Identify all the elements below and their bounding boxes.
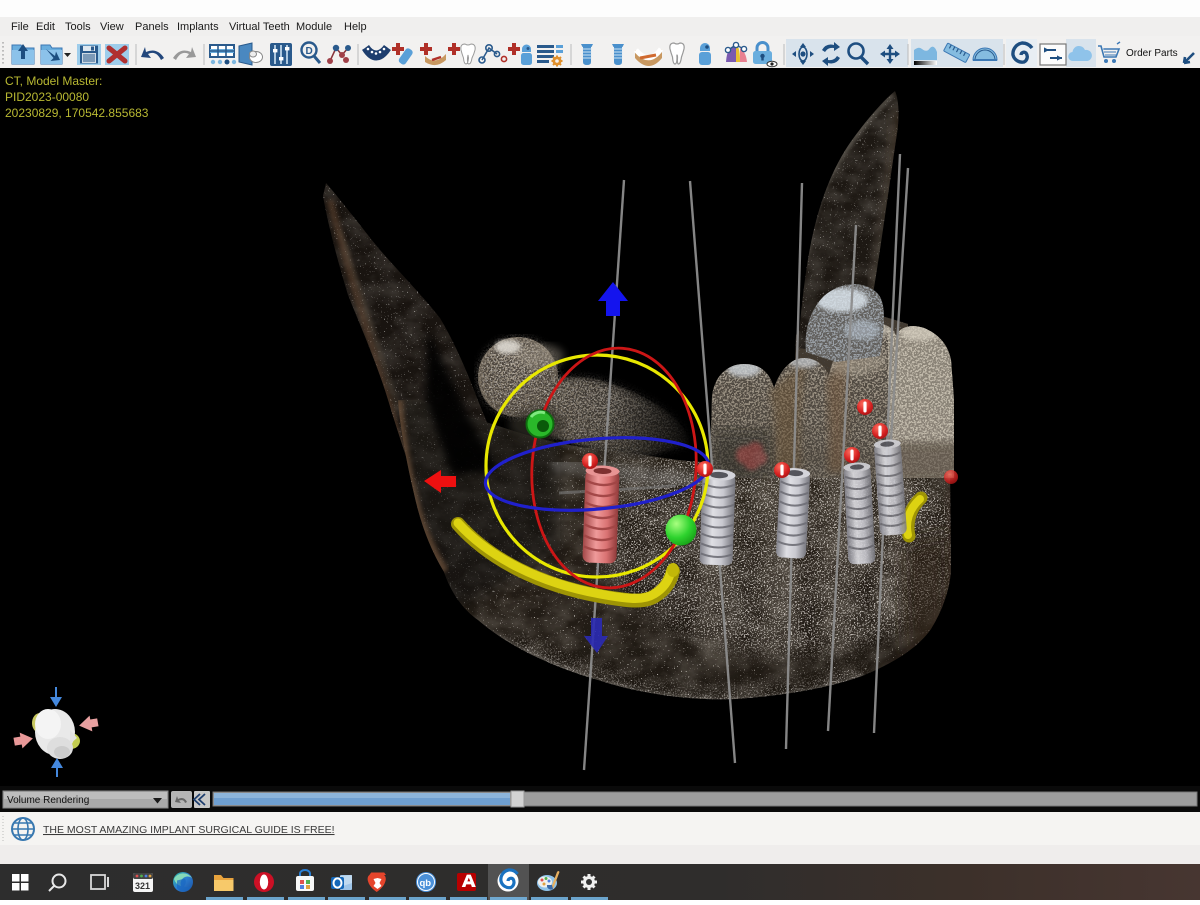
svg-text:THE MOST AMAZING IMPLANT SURGI: THE MOST AMAZING IMPLANT SURGICAL GUIDE … — [43, 824, 335, 836]
svg-text:321: 321 — [135, 881, 150, 891]
svg-text:D: D — [306, 46, 313, 57]
svg-text:Order Parts: Order Parts — [1126, 48, 1178, 59]
svg-text:Volume Rendering: Volume Rendering — [7, 795, 89, 806]
svg-text:qb: qb — [420, 878, 432, 889]
